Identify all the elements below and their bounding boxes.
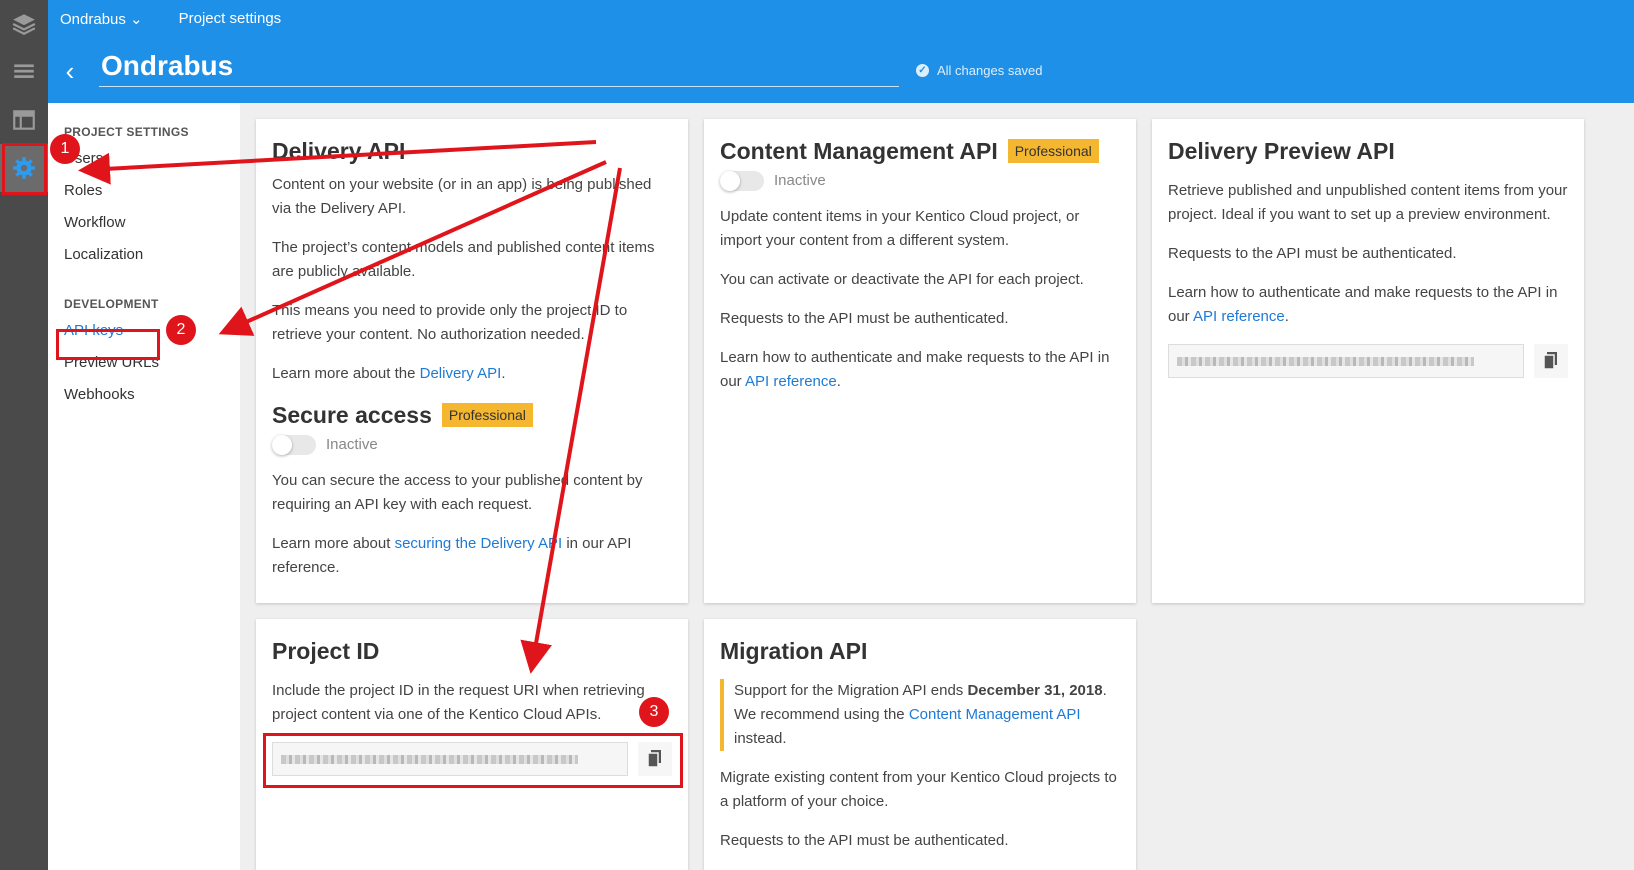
redacted-key [1177, 356, 1475, 366]
back-chevron-icon[interactable]: ‹ [58, 56, 82, 87]
highlight-box-settings [2, 143, 47, 195]
layers-icon[interactable] [0, 0, 48, 48]
professional-badge: Professional [1007, 139, 1099, 163]
api-reference-link[interactable]: API reference [1193, 308, 1285, 325]
development-header: DEVELOPMENT [64, 297, 159, 311]
migration-api-card: Migration API Support for the Migration … [704, 619, 1136, 870]
sidebar-item-webhooks[interactable]: Webhooks [48, 379, 240, 411]
delivery-api-card: Delivery API Content on your website (or… [256, 119, 688, 603]
card-text: Update content items in your Kentico Clo… [720, 208, 1080, 249]
card-title: Content Management API Professional [720, 137, 1120, 165]
preview-api-key-field[interactable] [1168, 344, 1524, 378]
card-text: Retrieve published and unpublished conte… [1168, 182, 1568, 223]
card-text: Learn how to authenticate and make reque… [720, 349, 1110, 390]
sidebar-item-roles[interactable]: Roles [48, 175, 240, 207]
card-text: You can activate or deactivate the API f… [720, 271, 1084, 288]
secure-access-title: Secure access Professional [272, 401, 672, 429]
card-title: Delivery Preview API [1168, 138, 1395, 164]
app-rail [0, 0, 48, 870]
toggle-status: Inactive [326, 436, 378, 453]
breadcrumb[interactable]: Project settings [179, 10, 282, 28]
card-text: Requests to the API must be authenticate… [720, 310, 1009, 327]
card-title: Migration API [720, 638, 868, 664]
step-marker-2: 2 [166, 315, 196, 345]
delivery-api-link[interactable]: Delivery API [420, 365, 502, 382]
highlight-box-api-keys [56, 329, 160, 360]
content-management-api-link[interactable]: Content Management API [909, 706, 1081, 723]
content-management-api-card: Content Management API Professional Inact… [704, 119, 1136, 603]
project-settings-header: PROJECT SETTINGS [64, 125, 189, 139]
save-status: ✓ All changes saved [916, 63, 1043, 78]
secure-access-toggle[interactable] [272, 435, 316, 455]
save-status-text: All changes saved [937, 63, 1043, 78]
securing-delivery-api-link[interactable]: securing the Delivery API [395, 535, 563, 552]
step-marker-3: 3 [639, 697, 669, 727]
top-bar: Ondrabus ⌄ Project settings ‹ Ondrabus ✓… [48, 0, 1634, 103]
card-text: This means you need to provide only the … [272, 302, 628, 343]
card-text: Learn how to authenticate and make reque… [1168, 284, 1558, 325]
table-icon[interactable] [0, 96, 48, 144]
card-text: Content on your website (or in an app) i… [272, 176, 652, 217]
content-list-icon[interactable] [0, 48, 48, 96]
check-icon: ✓ [916, 64, 929, 77]
card-text: Learn more about securing the Delivery A… [272, 535, 632, 576]
step-marker-1: 1 [50, 134, 80, 164]
project-name-input[interactable]: Ondrabus [99, 50, 899, 87]
project-switcher[interactable]: Ondrabus ⌄ [60, 10, 143, 28]
professional-badge: Professional [441, 403, 533, 427]
toggle-status: Inactive [774, 172, 826, 189]
card-title: Delivery API [272, 138, 406, 164]
card-text: You can secure the access to your publis… [272, 472, 643, 513]
card-text: Migrate existing content from your Kenti… [720, 769, 1117, 810]
copy-icon[interactable] [1534, 344, 1568, 378]
deprecation-notice: Support for the Migration API ends Decem… [720, 679, 1120, 751]
card-text: The project’s content models and publish… [272, 239, 655, 280]
card-text: Learn more about the Delivery API. [272, 365, 506, 382]
cm-api-toggle[interactable] [720, 171, 764, 191]
card-text: Requests to the API must be authenticate… [720, 832, 1009, 849]
delivery-preview-api-card: Delivery Preview API Retrieve published … [1152, 119, 1584, 603]
settings-sidebar: PROJECT SETTINGS Users Roles Workflow Lo… [48, 103, 240, 870]
card-title: Project ID [272, 638, 380, 664]
card-text: Requests to the API must be authenticate… [1168, 245, 1457, 262]
card-text: Include the project ID in the request UR… [272, 682, 645, 723]
sidebar-item-localization[interactable]: Localization [48, 239, 240, 271]
sidebar-item-workflow[interactable]: Workflow [48, 207, 240, 239]
highlight-box-project-id [263, 733, 683, 788]
api-reference-link[interactable]: API reference [745, 373, 837, 390]
